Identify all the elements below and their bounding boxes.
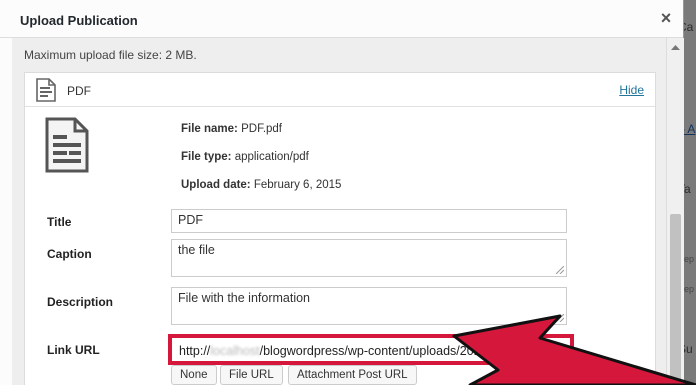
caption-textarea[interactable]: the file — [171, 239, 567, 277]
dialog-header: Upload Publication × — [0, 0, 683, 38]
link-url-label: Link URL — [47, 343, 100, 357]
resize-grip-icon[interactable] — [556, 314, 564, 322]
link-url-prefix: http:// — [179, 344, 211, 358]
upload-date-label: Upload date: — [181, 179, 251, 191]
file-name-row: File name: PDF.pdf — [181, 123, 282, 135]
close-icon[interactable]: × — [657, 9, 675, 27]
upload-date-row: Upload date: February 6, 2015 — [181, 179, 341, 191]
link-none-button[interactable]: None — [171, 365, 217, 385]
file-name-value: PDF.pdf — [241, 123, 283, 135]
description-value: File with the information — [178, 291, 311, 305]
file-name-label: File name: — [181, 123, 238, 135]
dialog-body: Maximum upload file size: 2 MB. PDF Hide — [12, 38, 666, 385]
upload-date-value: February 6, 2015 — [253, 179, 342, 191]
media-item-header: PDF Hide — [25, 73, 655, 107]
dialog-scrollbar[interactable] — [666, 38, 684, 385]
scroll-up-arrow-icon[interactable] — [667, 40, 684, 54]
file-type-value: application/pdf — [234, 151, 309, 163]
description-label: Description — [47, 295, 114, 309]
title-label: Title — [47, 215, 72, 229]
link-attachment-post-url-button[interactable]: Attachment Post URL — [288, 365, 417, 385]
dialog-title: Upload Publication — [20, 13, 138, 28]
media-item-name: PDF — [67, 84, 91, 98]
caption-value: the file — [178, 243, 215, 257]
title-input[interactable]: PDF — [171, 209, 567, 233]
upload-dialog: Upload Publication × Maximum upload file… — [0, 0, 684, 385]
link-url-blurred-host: localhost — [210, 344, 260, 358]
caption-label: Caption — [47, 247, 92, 261]
resize-grip-icon[interactable] — [556, 266, 564, 274]
link-url-path: /blogwordpress/wp-content/uploads/2015/0… — [259, 344, 550, 358]
link-file-url-button[interactable]: File URL — [220, 365, 283, 385]
document-icon — [35, 78, 57, 105]
hide-link[interactable]: Hide — [619, 83, 644, 97]
description-textarea[interactable]: File with the information — [171, 287, 567, 325]
max-upload-size-text: Maximum upload file size: 2 MB. — [24, 48, 197, 62]
document-icon — [45, 117, 89, 176]
file-type-row: File type: application/pdf — [181, 151, 309, 163]
link-url-input[interactable]: http://localhost/blogwordpress/wp-conten… — [168, 334, 574, 365]
scrollbar-thumb[interactable] — [670, 214, 681, 385]
media-item-panel: PDF Hide File name: PDF.pdf File type: a… — [24, 72, 656, 385]
file-type-label: File type: — [181, 151, 232, 163]
link-url-value: http://localhost/blogwordpress/wp-conten… — [179, 344, 569, 358]
